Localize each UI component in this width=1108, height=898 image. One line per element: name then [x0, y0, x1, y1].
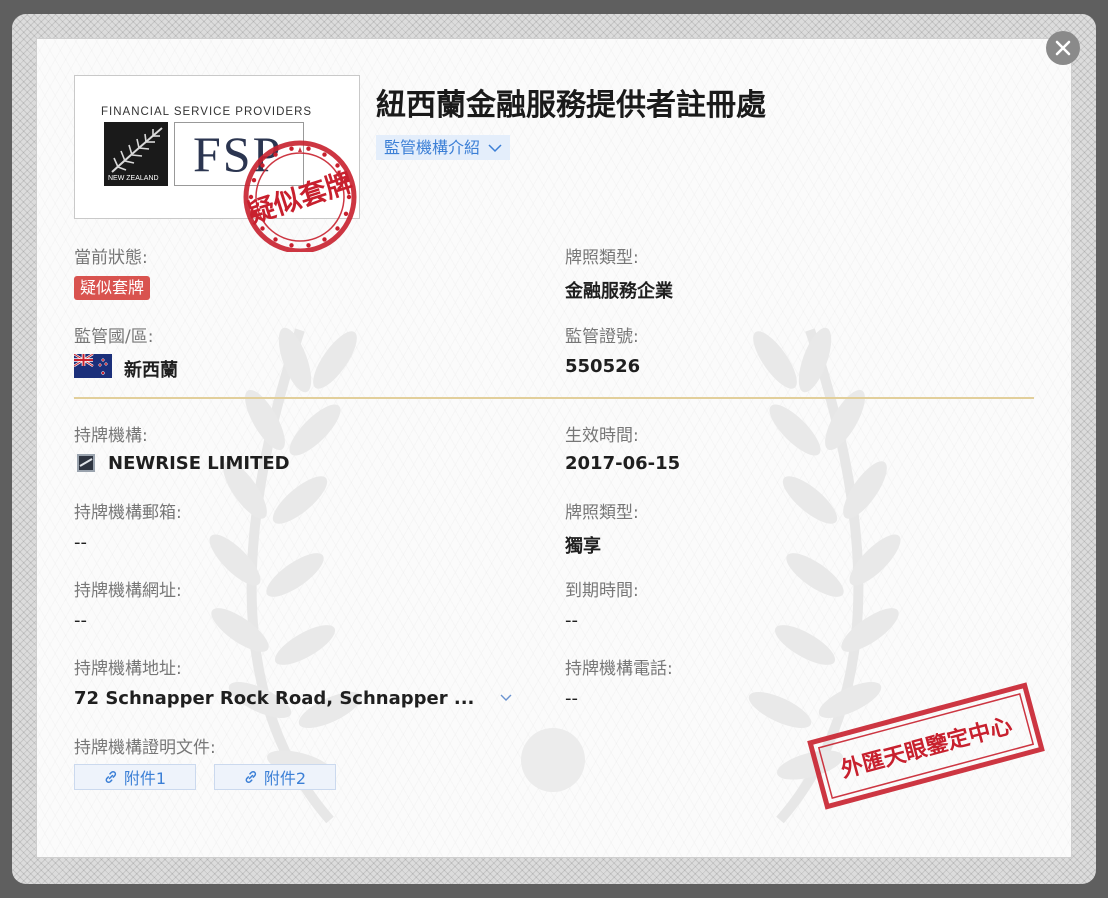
- license-type2-label: 牌照類型:: [565, 503, 639, 523]
- logo-country-text: NEW ZEALAND: [108, 175, 159, 182]
- attachment-1-label: 附件1: [123, 769, 167, 788]
- stamp-star-dot: [306, 243, 311, 248]
- stamp-star-dot: [289, 146, 294, 151]
- effective-date-label: 生效時間:: [565, 426, 639, 446]
- stamp-star-dot: [335, 226, 340, 231]
- region-label: 監管國/區:: [74, 327, 154, 347]
- link-icon: [105, 771, 116, 783]
- regulator-intro-dropdown[interactable]: 監管機構介紹: [376, 135, 511, 160]
- regulator-title: 紐西蘭金融服務提供者註冊處: [376, 88, 766, 123]
- license-no-label: 監管證號:: [565, 327, 639, 347]
- new-zealand-flag-icon: [74, 354, 112, 378]
- stamp-star-dot: [306, 146, 311, 151]
- stamp-star-dot: [260, 226, 265, 231]
- stamp-star-dot: [322, 237, 327, 242]
- holder-value: NEWRISE LIMITED: [108, 453, 290, 474]
- license-type2-value: 獨享: [565, 536, 601, 557]
- license-no-value: 550526: [565, 356, 641, 377]
- chevron-down-icon: [488, 143, 502, 152]
- stamp-star-dot: [248, 194, 254, 200]
- regulator-intro-label: 監管機構介紹: [384, 138, 481, 157]
- holder-label: 持牌機構:: [74, 426, 148, 446]
- website-value: --: [74, 610, 87, 631]
- attachment-1-button[interactable]: 附件1: [74, 764, 196, 790]
- phone-value: --: [565, 688, 578, 709]
- logo-top-text: FINANCIAL SERVICE PROVIDERS: [101, 106, 313, 118]
- stamp-star-dot: [289, 243, 294, 248]
- current-status-label: 當前狀態:: [74, 248, 148, 268]
- company-logo-icon: [77, 454, 95, 472]
- documents-label: 持牌機構證明文件:: [74, 738, 216, 758]
- email-value: --: [74, 532, 87, 553]
- expiry-label: 到期時間:: [565, 581, 639, 601]
- stamp-star-dot: [343, 178, 349, 183]
- section-divider: [74, 397, 1034, 399]
- website-label: 持牌機構網址:: [74, 581, 182, 601]
- stamp-star-dot: [335, 163, 340, 168]
- address-value: 72 Schnapper Rock Road, Schnapper ...: [74, 688, 475, 709]
- status-badge: 疑似套牌: [74, 276, 151, 300]
- close-button[interactable]: [1046, 31, 1080, 65]
- attachment-2-button[interactable]: 附件2: [214, 764, 336, 790]
- stamp-star-dot: [273, 237, 278, 242]
- stamp-star-dot: [346, 194, 352, 200]
- stamp-star-dot: [322, 152, 327, 157]
- stamp-star-dot: [343, 211, 349, 216]
- chevron-down-icon: [500, 694, 512, 701]
- license-type-label: 牌照類型:: [565, 248, 639, 268]
- stamp-star-dot: [251, 178, 257, 183]
- address-expand-button[interactable]: [500, 691, 512, 705]
- expiry-value: --: [565, 610, 578, 631]
- stamp-star-dot: [260, 163, 265, 168]
- close-icon: [1055, 40, 1071, 56]
- attachment-2-label: 附件2: [263, 769, 307, 788]
- region-value: 新西蘭: [124, 360, 178, 381]
- link-icon: [245, 771, 256, 783]
- effective-date-value: 2017-06-15: [565, 453, 681, 474]
- address-label: 持牌機構地址:: [74, 659, 182, 679]
- suspected-clone-round-stamp: 疑似套牌: [243, 140, 357, 252]
- email-label: 持牌機構郵箱:: [74, 503, 182, 523]
- fern-logo-tile: NEW ZEALAND: [104, 122, 168, 186]
- stamp-star-dot: [251, 211, 257, 216]
- stamp-star-dot: [273, 152, 278, 157]
- license-type-value: 金融服務企業: [565, 281, 673, 302]
- phone-label: 持牌機構電話:: [565, 659, 673, 679]
